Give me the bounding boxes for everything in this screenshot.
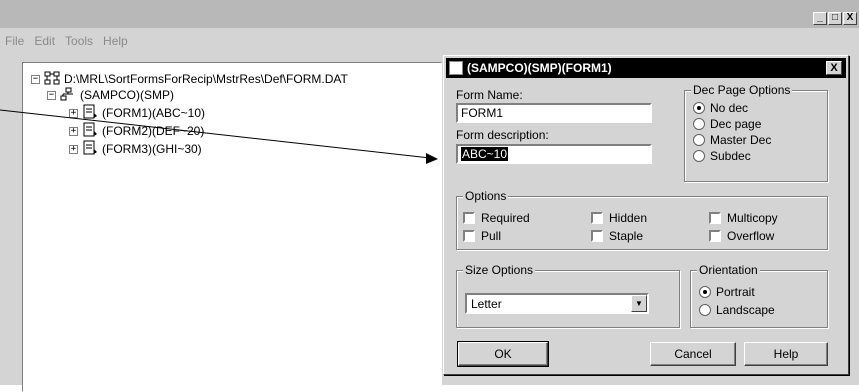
maximize-button[interactable]: □ (828, 12, 842, 25)
tree-item-form1[interactable]: + (FORM1)(ABC~10) (69, 104, 206, 122)
title-bar: _ □ X (0, 0, 859, 28)
system-menu-icon[interactable] (449, 61, 463, 75)
checkbox-required[interactable]: Required (463, 211, 530, 225)
checkbox-label: Pull (481, 229, 502, 243)
cancel-button[interactable]: Cancel (650, 342, 736, 366)
orientation-group: Orientation Portrait Landscape (690, 263, 828, 328)
window-controls: _ □ X (812, 12, 857, 25)
tree-item-form3[interactable]: + (FORM3)(GHI~30) (69, 140, 202, 158)
checkbox-icon (591, 230, 603, 242)
checkbox-label: Required (481, 211, 530, 225)
tree-item-label: (SAMPCO)(SMP) (80, 88, 174, 102)
checkbox-label: Multicopy (727, 211, 778, 225)
dialog-close-button[interactable]: X (826, 61, 842, 75)
group-title: Orientation (697, 263, 760, 277)
application-window: _ □ X File Edit Tools Help − D:\MRL\Sort… (0, 0, 859, 392)
checkbox-icon (709, 230, 721, 242)
group-title: Options (463, 189, 509, 203)
checkbox-staple[interactable]: Staple (591, 229, 643, 243)
checkbox-icon (463, 230, 475, 242)
checkbox-icon (591, 212, 603, 224)
checkbox-label: Overflow (727, 229, 775, 243)
dropdown-arrow-icon[interactable]: ▼ (631, 295, 647, 312)
radio-label: Master Dec (710, 133, 772, 147)
collapse-icon[interactable]: − (47, 90, 56, 100)
hierarchy-icon (60, 87, 76, 104)
tree-item-label: (FORM1)(ABC~10) (102, 106, 206, 120)
radio-icon (693, 150, 705, 162)
radio-landscape[interactable]: Landscape (699, 303, 775, 317)
form-properties-dialog: (SAMPCO)(SMP)(FORM1) X Form Name: FORM1 … (443, 55, 849, 375)
checkbox-label: Staple (609, 229, 644, 243)
tree-item-group[interactable]: − (SAMPCO)(SMP) (47, 87, 174, 103)
dialog-title-bar: (SAMPCO)(SMP)(FORM1) X (446, 58, 846, 78)
ok-button[interactable]: OK (457, 341, 549, 367)
form-description-field[interactable]: ABC~10 (456, 144, 652, 164)
size-select[interactable]: Letter ▼ (465, 293, 649, 314)
checkbox-icon (463, 212, 475, 224)
tree-item-label: (FORM3)(GHI~30) (102, 142, 202, 156)
radio-label: Dec page (710, 117, 762, 131)
dec-page-options-group: Dec Page Options No dec Dec page Master … (684, 83, 828, 182)
menu-tools[interactable]: Tools (60, 34, 98, 54)
checkbox-icon (709, 212, 721, 224)
selected-text: ABC~10 (461, 147, 509, 161)
radio-icon (699, 286, 711, 298)
radio-label: Portrait (716, 285, 755, 299)
tree-item-label: D:\MRL\SortFormsForRecip\MstrRes\Def\FOR… (64, 72, 348, 86)
network-icon (44, 71, 60, 88)
expand-icon[interactable]: + (69, 108, 78, 118)
radio-icon (693, 102, 705, 114)
radio-subdec[interactable]: Subdec (693, 149, 751, 163)
menu-edit[interactable]: Edit (29, 34, 60, 54)
radio-label: Landscape (716, 303, 775, 317)
checkbox-overflow[interactable]: Overflow (709, 229, 774, 243)
form-document-icon (82, 140, 98, 158)
close-button[interactable]: X (843, 12, 857, 25)
help-button[interactable]: Help (744, 342, 828, 366)
radio-no-dec[interactable]: No dec (693, 101, 748, 115)
checkbox-pull[interactable]: Pull (463, 229, 501, 243)
collapse-icon[interactable]: − (31, 74, 40, 84)
options-group: Options Required Hidden Multicopy Pull S… (456, 189, 828, 250)
radio-master-dec[interactable]: Master Dec (693, 133, 771, 147)
tree-item-form2[interactable]: + (FORM2)(DEF~20) (69, 122, 205, 140)
radio-icon (693, 134, 705, 146)
menu-bar: File Edit Tools Help (0, 34, 440, 54)
menu-help[interactable]: Help (98, 34, 133, 54)
form-document-icon (82, 122, 98, 140)
radio-dec-page[interactable]: Dec page (693, 117, 761, 131)
checkbox-multicopy[interactable]: Multicopy (709, 211, 778, 225)
expand-icon[interactable]: + (69, 126, 78, 136)
checkbox-label: Hidden (609, 211, 648, 225)
group-title: Size Options (463, 263, 536, 277)
minimize-button[interactable]: _ (813, 12, 827, 25)
radio-label: No dec (710, 101, 749, 115)
tree-view[interactable]: − D:\MRL\SortFormsForRecip\MstrRes\Def\F… (22, 62, 442, 392)
menu-file[interactable]: File (0, 34, 29, 54)
form-document-icon (82, 104, 98, 122)
radio-icon (699, 304, 711, 316)
expand-icon[interactable]: + (69, 144, 78, 154)
radio-icon (693, 118, 705, 130)
form-name-field[interactable]: FORM1 (456, 103, 652, 123)
form-name-label: Form Name: (456, 88, 523, 102)
size-select-value: Letter (471, 297, 502, 311)
dialog-title: (SAMPCO)(SMP)(FORM1) (467, 61, 612, 75)
tree-item-label: (FORM2)(DEF~20) (102, 124, 205, 138)
group-title: Dec Page Options (691, 83, 793, 97)
tree-item-root[interactable]: − D:\MRL\SortFormsForRecip\MstrRes\Def\F… (31, 71, 348, 87)
radio-label: Subdec (710, 149, 751, 163)
size-options-group: Size Options Letter ▼ (456, 263, 680, 328)
form-description-label: Form description: (456, 128, 549, 142)
checkbox-hidden[interactable]: Hidden (591, 211, 647, 225)
radio-portrait[interactable]: Portrait (699, 285, 755, 299)
